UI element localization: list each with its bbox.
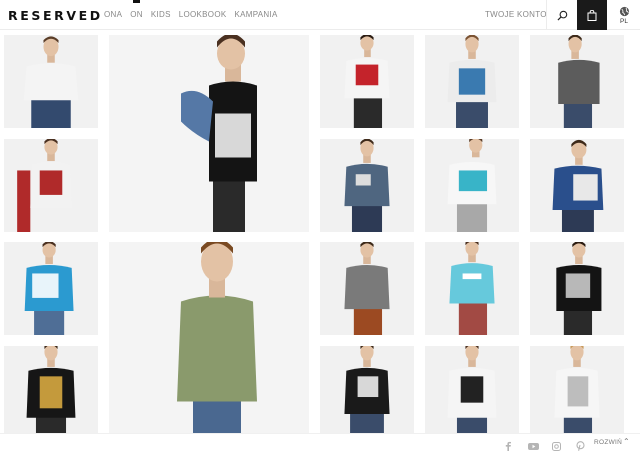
product-photo	[556, 242, 602, 335]
product-tile[interactable]	[530, 242, 624, 335]
product-tile[interactable]	[425, 35, 519, 128]
product-tile[interactable]	[530, 346, 624, 433]
shirt	[177, 295, 257, 402]
jeans	[563, 102, 593, 128]
jeans	[353, 307, 383, 335]
shirt	[344, 265, 390, 310]
jeans	[35, 415, 67, 433]
shirt-print	[39, 170, 63, 195]
shirt-print	[458, 170, 488, 192]
search-icon	[556, 10, 567, 21]
product-tile[interactable]	[4, 242, 98, 335]
language-label: PL	[620, 17, 628, 25]
pinterest-icon[interactable]	[576, 438, 586, 451]
expand-footer-button[interactable]: ROZWIŃ	[594, 439, 622, 446]
product-photo	[17, 139, 72, 232]
jeans	[193, 397, 241, 433]
product-photo	[344, 346, 390, 433]
product-photo	[344, 35, 390, 128]
shirt	[558, 59, 600, 105]
cart-button[interactable]	[577, 0, 607, 30]
shirt-print	[215, 113, 251, 158]
shirt-print	[573, 174, 598, 201]
product-tile[interactable]	[530, 139, 624, 232]
shirt-print	[357, 376, 379, 398]
chevron-up-icon[interactable]: ⌃	[623, 437, 630, 446]
social-links	[504, 438, 586, 451]
product-photo	[447, 35, 497, 128]
account-link[interactable]: TWOJE KONTO	[485, 10, 547, 19]
jeans	[456, 415, 488, 433]
shirt	[449, 263, 495, 304]
product-photo	[344, 139, 390, 232]
product-tile[interactable]	[425, 242, 519, 335]
jeans	[561, 208, 594, 232]
product-photo	[552, 139, 604, 232]
shirt-print	[460, 376, 484, 403]
jacket	[181, 90, 213, 142]
product-photo	[344, 242, 390, 335]
main-nav: ONA ON KIDS LOOKBOOK KAMPANIA	[104, 0, 278, 19]
shirt-print	[565, 273, 591, 298]
product-tile[interactable]	[109, 242, 309, 433]
jeans	[351, 204, 383, 232]
shirt-print	[462, 273, 482, 280]
youtube-icon[interactable]	[528, 438, 539, 450]
facebook-icon[interactable]	[504, 438, 514, 451]
product-photo	[24, 242, 74, 335]
jeans	[17, 170, 31, 232]
top-header: RESERVED ONA ON KIDS LOOKBOOK KAMPANIA T…	[0, 0, 640, 30]
shirt-print	[39, 376, 63, 409]
shirt-print	[32, 273, 59, 298]
shirt	[23, 63, 79, 101]
product-photo	[447, 346, 497, 433]
jeans	[563, 415, 593, 433]
shopping-bag-icon	[587, 9, 597, 21]
product-tile[interactable]	[320, 139, 414, 232]
product-photo	[449, 242, 495, 335]
jeans	[458, 301, 488, 335]
product-photo	[447, 139, 497, 232]
product-tile[interactable]	[4, 139, 98, 232]
nav-item-on[interactable]: ON	[130, 0, 143, 19]
shirt-print	[355, 64, 379, 86]
search-button[interactable]	[547, 0, 577, 30]
jeans	[353, 96, 383, 128]
product-tile[interactable]	[4, 35, 98, 128]
product-photo	[558, 35, 600, 128]
product-tile[interactable]	[320, 35, 414, 128]
globe-icon	[619, 6, 629, 16]
product-tile[interactable]	[425, 346, 519, 433]
instagram-icon[interactable]	[552, 438, 562, 451]
product-tile[interactable]	[320, 346, 414, 433]
jeans	[456, 100, 488, 128]
jeans	[563, 309, 593, 335]
product-tile[interactable]	[4, 346, 98, 433]
brand-logo[interactable]: RESERVED	[8, 8, 103, 23]
language-selector[interactable]: PL	[608, 0, 640, 30]
product-photo	[554, 346, 600, 433]
jeans	[213, 177, 245, 232]
product-tile[interactable]	[425, 139, 519, 232]
nav-item-lookbook[interactable]: LOOKBOOK	[179, 10, 227, 19]
nav-item-ona[interactable]: ONA	[104, 10, 122, 19]
product-tile[interactable]	[320, 242, 414, 335]
jeans	[34, 309, 65, 335]
shirt-print	[458, 68, 486, 95]
footer-bar: ROZWIŃ ⌃	[0, 433, 640, 451]
product-photo	[26, 346, 76, 433]
nav-item-kids[interactable]: KIDS	[151, 10, 171, 19]
jeans	[456, 202, 488, 232]
product-tile[interactable]	[109, 35, 309, 232]
nav-item-kampania[interactable]: KAMPANIA	[234, 10, 277, 19]
product-photo	[177, 242, 257, 433]
shirt-print	[355, 174, 371, 186]
product-tile[interactable]	[530, 35, 624, 128]
shirt-print	[567, 376, 589, 407]
product-photo	[181, 35, 257, 232]
product-photo	[23, 36, 79, 128]
